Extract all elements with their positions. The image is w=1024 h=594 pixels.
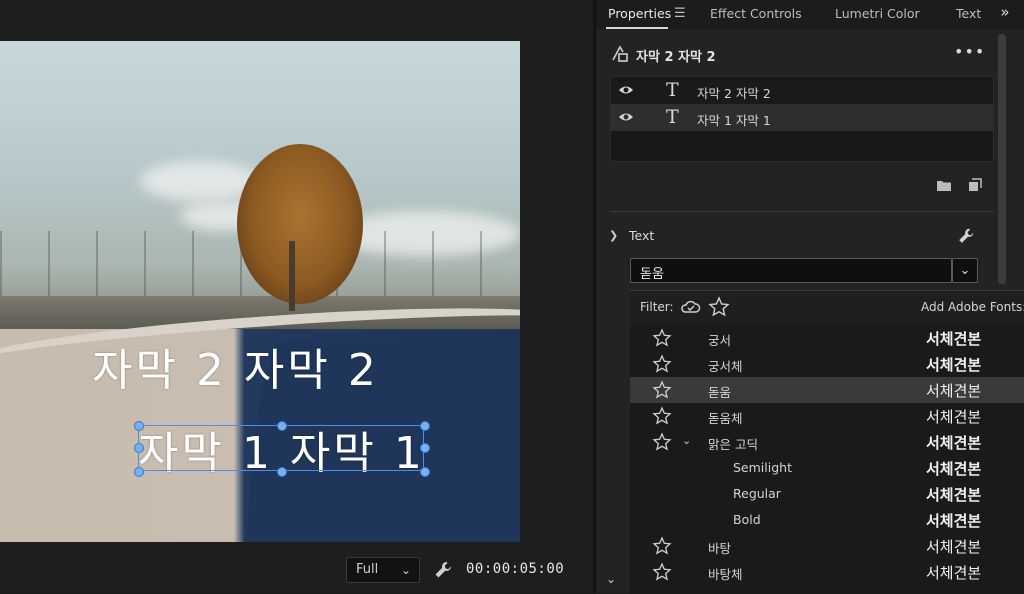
program-monitor: 자막 2 자막 2 자막 1 자막 1 Full ⌄ 00:00:05:00 (0, 0, 593, 593)
font-name: 궁서 (708, 333, 732, 348)
font-sample: 서체견본 (926, 434, 982, 452)
object-title: 자막 2 자막 2 (636, 50, 716, 65)
resize-handle[interactable] (134, 467, 144, 477)
font-list-item[interactable]: Regular 서체견본 (630, 481, 1024, 507)
eye-icon[interactable] (618, 83, 634, 97)
font-sample: 서체견본 (926, 512, 982, 530)
resize-handle[interactable] (420, 421, 430, 431)
star-filter-icon[interactable] (708, 296, 730, 318)
resize-handle[interactable] (277, 467, 287, 477)
font-name: 궁서체 (708, 359, 743, 374)
text-settings-button[interactable] (956, 226, 976, 246)
font-family-value: 돋움 (640, 267, 664, 282)
chevron-down-icon[interactable]: ❯ (609, 229, 618, 242)
tree-trunk (289, 241, 295, 311)
eye-icon[interactable] (618, 110, 634, 124)
tab-lumetri-color[interactable]: Lumetri Color (835, 6, 920, 21)
font-list-item[interactable]: 돋움 서체견본 (630, 377, 1024, 403)
folder-icon[interactable] (936, 178, 952, 192)
font-family-input[interactable]: 돋움 (630, 258, 952, 283)
font-list-item[interactable]: 궁서체 서체견본 (630, 351, 1024, 377)
text-layer-icon: T (666, 106, 679, 128)
font-name: 돋움 (708, 385, 732, 400)
wrench-icon (435, 562, 451, 578)
active-tab-indicator (606, 27, 668, 29)
star-icon[interactable] (652, 328, 672, 348)
new-item-icon[interactable] (968, 178, 982, 192)
font-list-item[interactable]: 바탕체 서체견본 (630, 559, 1024, 585)
caption-2[interactable]: 자막 2 자막 2 (92, 334, 379, 398)
resize-handle[interactable] (134, 421, 144, 431)
layer-list: T 자막 2 자막 2 T 자막 1 자막 1 (610, 76, 994, 162)
text-section-title[interactable]: Text (629, 228, 654, 243)
section-divider (610, 211, 994, 212)
selection-box[interactable] (138, 425, 424, 471)
font-sample: 서체견본 (926, 564, 982, 582)
playhead-timecode[interactable]: 00:00:05:00 (466, 561, 564, 577)
resize-handle[interactable] (134, 443, 144, 453)
panel-tabs: Properties ☰ Effect Controls Lumetri Col… (596, 0, 1024, 30)
font-list-item[interactable]: Bold 서체견본 (630, 507, 1024, 533)
font-list-item[interactable]: 돋움체 서체견본 (630, 403, 1024, 429)
font-list-item[interactable]: Semilight 서체견본 (630, 455, 1024, 481)
chevron-down-icon[interactable]: ⌄ (606, 572, 616, 586)
font-dropdown: Filter: Add Adobe Fonts: 궁서 서체견본 궁서체 서체견본 돋움… (630, 290, 1024, 594)
font-list-item[interactable]: 바탕 서체견본 (630, 533, 1024, 559)
font-name: Regular (733, 486, 781, 501)
star-icon[interactable] (652, 380, 672, 400)
font-sample: 서체견본 (926, 460, 982, 478)
tab-effect-controls[interactable]: Effect Controls (710, 6, 802, 21)
tab-text[interactable]: Text (956, 6, 981, 21)
settings-wrench-button[interactable] (432, 559, 454, 581)
panel-menu-icon[interactable]: ☰ (674, 6, 686, 21)
layer-row-selected[interactable]: T 자막 1 자막 1 (611, 104, 993, 131)
wrench-icon (959, 228, 974, 243)
filter-label: Filter: (640, 300, 674, 314)
font-name: 바탕체 (708, 567, 743, 582)
cloud-filter-icon[interactable] (680, 297, 702, 317)
layer-row[interactable]: T 자막 2 자막 2 (611, 77, 993, 104)
font-sample: 서체견본 (926, 330, 982, 348)
font-list: 궁서 서체견본 궁서체 서체견본 돋움 서체견본 돋움체 서체견본 ⌄ 맑은 고딕 서체견본 Semi… (630, 325, 1024, 594)
star-icon[interactable] (652, 406, 672, 426)
font-name: Bold (733, 512, 761, 527)
tabs-overflow-icon[interactable]: » (992, 3, 1018, 25)
star-icon[interactable] (652, 354, 672, 374)
panel-scrollbar[interactable] (998, 34, 1006, 284)
font-dropdown-toggle[interactable]: ⌄ (952, 258, 978, 283)
chevron-down-icon: ⌄ (400, 563, 411, 577)
font-name: Semilight (733, 460, 792, 475)
font-list-item[interactable]: ⌄ 맑은 고딕 서체견본 (630, 429, 1024, 455)
tab-properties[interactable]: Properties (608, 6, 671, 21)
text-layer-icon: T (666, 79, 679, 101)
add-adobe-fonts-label[interactable]: Add Adobe Fonts: (921, 300, 1024, 314)
font-sample: 서체견본 (926, 408, 982, 426)
font-list-item[interactable]: 궁서 서체견본 (630, 325, 1024, 351)
star-icon[interactable] (652, 536, 672, 556)
font-sample: 서체견본 (926, 356, 982, 374)
star-icon[interactable] (652, 562, 672, 582)
chevron-down-icon: ⌄ (959, 263, 971, 278)
font-filter-bar: Filter: Add Adobe Fonts: (630, 291, 1024, 325)
tree (237, 144, 363, 304)
font-sample: 서체견본 (926, 486, 982, 504)
chevron-down-icon[interactable]: ⌄ (682, 434, 691, 447)
font-name: 돋움체 (708, 411, 743, 426)
layer-name: 자막 1 자막 1 (697, 113, 771, 128)
font-sample: 서체견본 (926, 382, 982, 400)
resize-handle[interactable] (277, 421, 287, 431)
font-name: 맑은 고딕 (708, 437, 758, 452)
more-options-icon[interactable]: ••• (954, 42, 985, 61)
zoom-level-value: Full (356, 562, 379, 577)
resize-handle[interactable] (420, 443, 430, 453)
font-sample: 서체견본 (926, 538, 982, 556)
text-shape-icon (612, 45, 628, 62)
star-icon[interactable] (652, 432, 672, 452)
zoom-level-select[interactable]: Full ⌄ (346, 557, 420, 583)
resize-handle[interactable] (420, 467, 430, 477)
font-name: 바탕 (708, 541, 732, 556)
layer-name: 자막 2 자막 2 (697, 86, 771, 101)
